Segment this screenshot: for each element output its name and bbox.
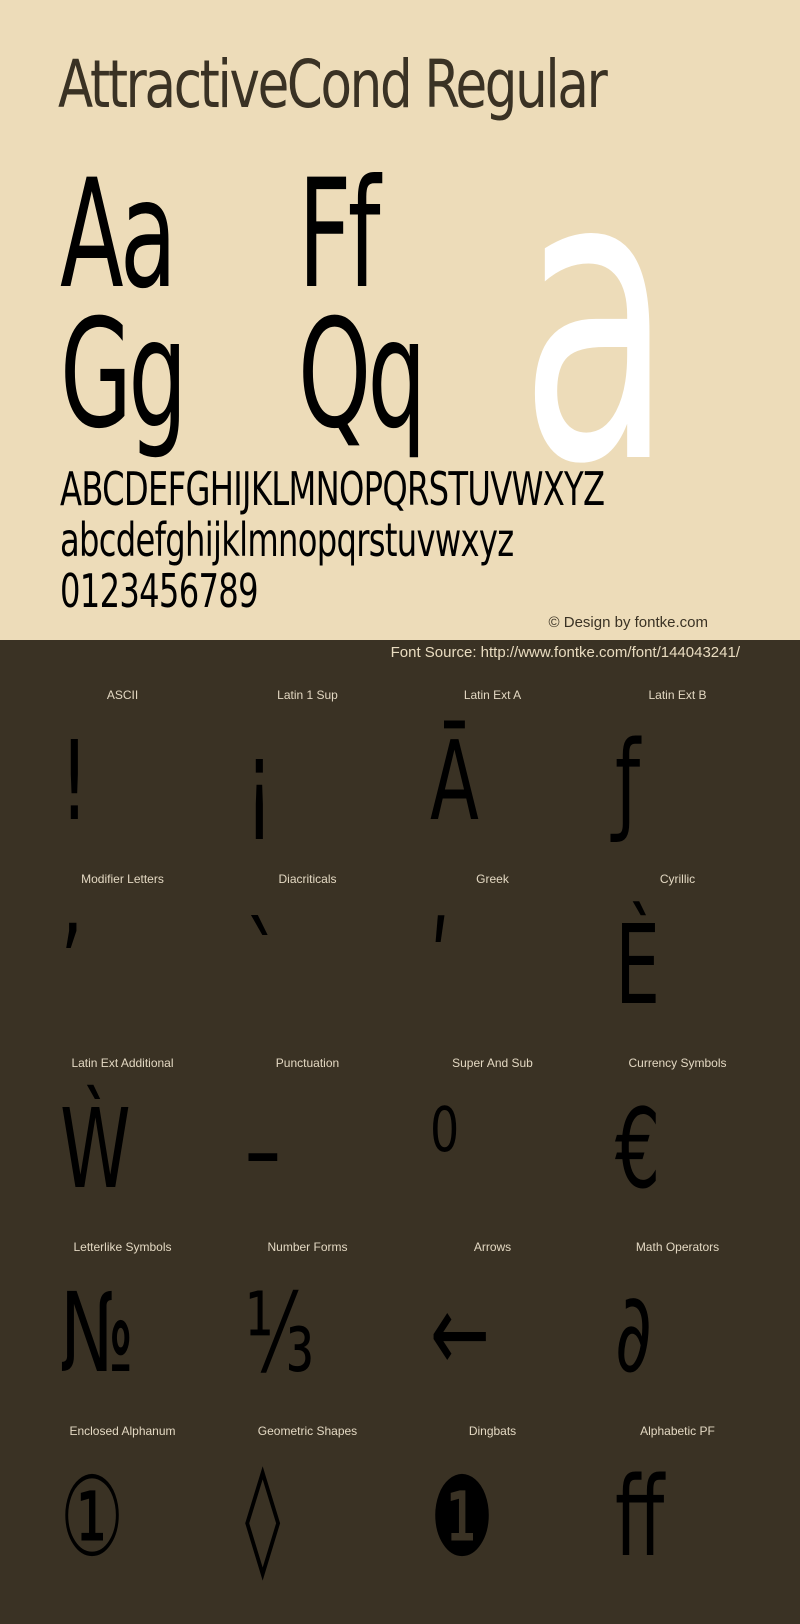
charset-cell: Diacriticals ` [215, 864, 400, 1048]
charset-label: Latin Ext B [648, 688, 707, 702]
charset-label: Latin 1 Sup [277, 688, 338, 702]
charset-label: Math Operators [635, 1240, 720, 1254]
charset-cell: Currency Symbols € [585, 1048, 770, 1232]
charset-glyph: Ѐ [615, 901, 661, 1029]
charset-label: Letterlike Symbols [73, 1240, 172, 1254]
charset-glyph: ❶ [430, 1453, 495, 1581]
charset-label: ASCII [106, 688, 139, 702]
charset-label: Alphabetic PF [640, 1424, 715, 1438]
charset-glyph: ! [60, 717, 89, 845]
charset-cell: Arrows ← [400, 1232, 585, 1416]
charset-cell: Geometric Shapes ◊ [215, 1416, 400, 1600]
charset-label: Diacriticals [278, 872, 337, 886]
charset-glyph: ∂ [615, 1269, 652, 1397]
charset-glyph: ʼ [60, 901, 83, 1029]
charset-grid: ASCII! Latin 1 Sup ¡ Latin Ext A Ā Latin Ext … [30, 680, 770, 1600]
charset-label: Greek [476, 872, 509, 886]
charset-label: Super And Sub [452, 1056, 533, 1070]
charset-glyph: ← [430, 1269, 490, 1397]
charset-glyph: ʹ [430, 901, 450, 1029]
charset-cell: Enclosed Alphanum ① [30, 1416, 215, 1600]
charset-cell: Cyrillic Ѐ [585, 864, 770, 1048]
sample-pair-qq: Qq [298, 288, 427, 462]
charset-glyph: ` [245, 901, 281, 1029]
charset-glyph: ﬀ [615, 1453, 665, 1581]
charset-label: Arrows [473, 1240, 512, 1254]
charset-cell: Latin Ext B ƒ [585, 680, 770, 864]
charset-glyph: ◊ [245, 1453, 281, 1581]
charset-cell: Math Operators ∂ [585, 1232, 770, 1416]
charset-cell: Greek ʹ [400, 864, 585, 1048]
charset-cell: ASCII! [30, 680, 215, 864]
charset-cell: Latin Ext Additional Ẁ [30, 1048, 215, 1232]
digits-line: 0123456789 [60, 564, 259, 618]
charset-label: Modifier Letters [81, 872, 164, 886]
charset-label: Latin Ext A [463, 688, 522, 702]
sample-pair-gg: Gg [60, 288, 187, 462]
charset-cell: Alphabetic PF ﬀ [585, 1416, 770, 1600]
charset-label: Enclosed Alphanum [69, 1424, 176, 1438]
charset-cell: Punctuation – [215, 1048, 400, 1232]
charset-label: Geometric Shapes [257, 1424, 358, 1438]
charset-cell: Letterlike Symbols № [30, 1232, 215, 1416]
charset-glyph: ⁰ [430, 1085, 459, 1213]
charset-label: Number Forms [267, 1240, 348, 1254]
charset-glyph: ① [60, 1453, 125, 1581]
charset-cell: Number Forms ⅓ [215, 1232, 400, 1416]
charset-glyph: € [615, 1085, 661, 1213]
uppercase-line: ABCDEFGHIJKLMNOPQRSTUVWXYZ [60, 462, 605, 516]
charset-cell: Dingbats ❶ [400, 1416, 585, 1600]
charset-glyph: Ā [430, 717, 479, 845]
charset-cell: Modifier Letters ʼ [30, 864, 215, 1048]
charset-cell: Latin 1 Sup ¡ [215, 680, 400, 864]
charset-label: Punctuation [275, 1056, 340, 1070]
charset-glyph: Ẁ [60, 1085, 131, 1213]
charset-label: Latin Ext Additional [71, 1056, 174, 1070]
charset-cell: Latin Ext A Ā [400, 680, 585, 864]
font-source-link[interactable]: Font Source: http://www.fontke.com/font/… [391, 644, 740, 661]
charset-cell: Super And Sub ⁰ [400, 1048, 585, 1232]
hero-glyph: a [520, 87, 672, 552]
charset-glyph: ¡ [245, 717, 274, 845]
lowercase-line: abcdefghijklmnopqrstuvwxyz [60, 513, 514, 567]
charset-label: Dingbats [468, 1424, 517, 1438]
charset-glyph: – [245, 1085, 281, 1213]
specimen-panel: AttractiveCond Regular Aa Ff Gg Qq a ABC… [0, 0, 800, 640]
charset-label: Cyrillic [659, 872, 696, 886]
charset-label: Currency Symbols [628, 1056, 727, 1070]
charset-glyph: № [60, 1269, 135, 1397]
charset-glyph: ⅓ [245, 1269, 315, 1397]
charset-glyph: ƒ [615, 717, 641, 845]
design-credit: © Design by fontke.com [548, 614, 708, 631]
